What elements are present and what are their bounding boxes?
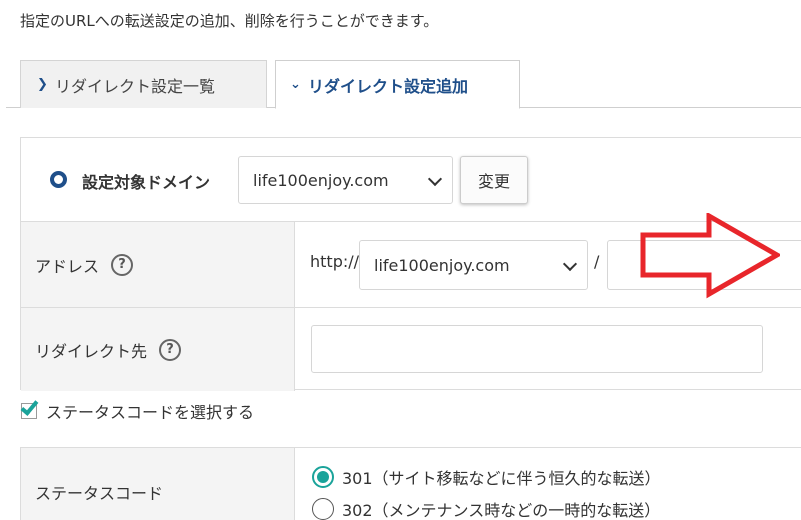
status-code-toggle[interactable]: ステータスコードを選択する [20,397,255,423]
status-code-toggle-label: ステータスコードを選択する [46,403,255,422]
radio-selected-icon[interactable] [312,466,334,488]
help-icon[interactable]: ? [159,338,182,361]
domain-marker-icon [50,171,67,188]
address-label: アドレス [35,256,100,276]
tab-redirect-add[interactable]: ⌄ リダイレクト設定追加 [275,60,520,109]
status-302-label: 302（メンテナンス時などの一時的な転送） [342,501,661,520]
redirect-row: リダイレクト先 ? [21,308,801,391]
redirect-label: リダイレクト先 [35,341,148,361]
check-icon [20,397,39,416]
domain-row: 設定対象ドメイン life100enjoy.com 変更 [21,138,801,222]
chevron-right-icon: ❯ [37,77,48,92]
tab-redirect-add-label: リダイレクト設定追加 [308,76,469,96]
tab-redirect-list-label: リダイレクト設定一覧 [55,76,216,96]
help-icon[interactable]: ? [111,253,134,276]
status-302-option[interactable]: 302（メンテナンス時などの一時的な転送） [312,497,660,520]
arrow-right-icon [640,213,780,299]
chevron-down-icon [427,171,443,187]
status-code-panel: ステータスコード 301（サイト移転などに伴う恒久的な転送） 302（メンテナン… [20,447,801,520]
radio-unselected-icon[interactable] [312,498,334,520]
tab-bar: ❯ リダイレクト設定一覧 ⌄ リダイレクト設定追加 [0,56,801,109]
tab-redirect-list[interactable]: ❯ リダイレクト設定一覧 [20,60,267,108]
address-label-cell: アドレス ? [21,222,295,307]
redirect-label-cell: リダイレクト先 ? [21,308,295,391]
status-301-option[interactable]: 301（サイト移転などに伴う恒久的な転送） [312,465,661,489]
domain-select[interactable]: life100enjoy.com [238,156,453,204]
status-code-checkbox[interactable] [20,397,39,419]
http-prefix: http:// [310,252,360,271]
address-domain-value: life100enjoy.com [374,255,510,275]
status-301-label: 301（サイト移転などに伴う恒久的な転送） [342,469,661,488]
chevron-down-icon: ⌄ [290,77,301,92]
status-code-label: ステータスコード [21,448,295,520]
domain-label: 設定対象ドメイン [82,173,211,192]
domain-select-value: life100enjoy.com [253,170,389,190]
chevron-down-icon [562,256,578,272]
change-domain-button[interactable]: 変更 [460,156,528,204]
redirect-target-input[interactable] [311,325,763,373]
path-separator: / [594,252,600,271]
page-description: 指定のURLへの転送設定の追加、削除を行うことができます。 [20,12,439,30]
address-domain-select[interactable]: life100enjoy.com [359,240,588,290]
